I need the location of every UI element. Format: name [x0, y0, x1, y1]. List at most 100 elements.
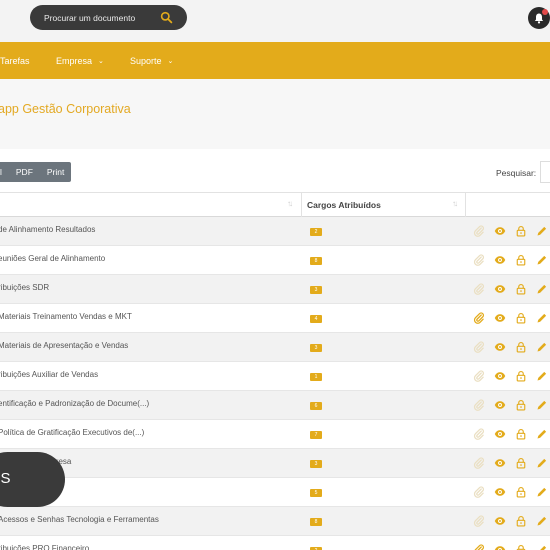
cargos-badge: 8	[310, 257, 322, 265]
floating-button[interactable]: TOS	[0, 452, 65, 507]
table-search-label: Pesquisar:	[496, 168, 537, 178]
table-row: nceiro Mensal5	[0, 478, 550, 507]
eye-icon[interactable]	[494, 486, 506, 498]
lock-icon[interactable]	[515, 312, 527, 324]
paperclip-icon[interactable]	[473, 370, 485, 382]
paperclip-icon[interactable]	[473, 457, 485, 469]
chevron-down-icon: ⌄	[167, 57, 174, 65]
eye-icon[interactable]	[494, 370, 506, 382]
paperclip-icon[interactable]	[473, 486, 485, 498]
cargos-badge: 4	[310, 315, 322, 323]
paperclip-icon[interactable]	[473, 312, 485, 324]
eye-icon[interactable]	[494, 515, 506, 527]
eye-icon[interactable]	[494, 225, 506, 237]
paperclip-icon[interactable]	[473, 283, 485, 295]
document-name[interactable]: ribuições SDR	[0, 283, 49, 292]
table-header: ↑↓ Cargos Atribuídos ↑↓	[0, 192, 550, 218]
search-icon[interactable]	[160, 11, 173, 24]
lock-icon[interactable]	[515, 515, 527, 527]
eye-icon[interactable]	[494, 312, 506, 324]
cargos-badge: 3	[310, 344, 322, 352]
search-placeholder: Procurar um documento	[44, 12, 136, 23]
lock-icon[interactable]	[515, 544, 527, 550]
sort-icon[interactable]: ↑↓	[452, 199, 458, 208]
pencil-icon[interactable]	[536, 399, 548, 411]
pencil-icon[interactable]	[536, 283, 548, 295]
table-row: euniões Geral de Alinhamento 8	[0, 246, 550, 275]
notification-dot	[542, 9, 548, 15]
cargos-badge: 1	[310, 373, 322, 381]
document-name[interactable]: euniões Geral de Alinhamento	[0, 254, 105, 263]
pencil-icon[interactable]	[536, 544, 548, 550]
paperclip-icon[interactable]	[473, 254, 485, 266]
page-title: app Gestão Corporativa	[0, 102, 131, 116]
document-name[interactable]: ribuições PRO Financeiro	[0, 544, 89, 550]
document-name[interactable]: de Alinhamento Resultados	[0, 225, 95, 234]
print-button[interactable]: Print	[40, 162, 71, 182]
pencil-icon[interactable]	[536, 457, 548, 469]
eye-icon[interactable]	[494, 428, 506, 440]
nav-item-label: Suporte	[130, 55, 162, 66]
page-header: app Gestão Corporativa	[0, 79, 550, 149]
eye-icon[interactable]	[494, 544, 506, 550]
column-header-cargos[interactable]: Cargos Atribuídos	[307, 200, 381, 210]
pdf-button[interactable]: PDF	[9, 162, 40, 182]
document-name[interactable]: Materiais de Apresentação e Vendas	[0, 341, 128, 350]
eye-icon[interactable]	[494, 399, 506, 411]
table-row: de Alinhamento Resultados 2	[0, 217, 550, 246]
lock-icon[interactable]	[515, 283, 527, 295]
pencil-icon[interactable]	[536, 428, 548, 440]
document-name[interactable]: Acessos e Senhas Tecnologia e Ferramenta…	[0, 515, 159, 524]
table-row: Política de Gratificação Executivos de(.…	[0, 420, 550, 449]
pencil-icon[interactable]	[536, 370, 548, 382]
table-row: entificação e Padronização de Docume(...…	[0, 391, 550, 420]
cargos-badge: 8	[310, 518, 322, 526]
table-row: ssionais da empresa3	[0, 449, 550, 478]
nav-item-empresa[interactable]: Empresa ⌄	[56, 42, 104, 79]
document-name[interactable]: ribuições Auxiliar de Vendas	[0, 370, 98, 379]
search-input[interactable]: Procurar um documento	[30, 5, 187, 30]
pencil-icon[interactable]	[536, 486, 548, 498]
lock-icon[interactable]	[515, 486, 527, 498]
lock-icon[interactable]	[515, 254, 527, 266]
table-search-input[interactable]	[540, 161, 550, 183]
paperclip-icon[interactable]	[473, 225, 485, 237]
nav-item-tarefas[interactable]: Tarefas	[0, 42, 30, 79]
table-row: ribuições Auxiliar de Vendas 1	[0, 362, 550, 391]
nav-item-suporte[interactable]: Suporte ⌄	[130, 42, 173, 79]
document-name[interactable]: entificação e Padronização de Docume(...…	[0, 399, 149, 408]
pencil-icon[interactable]	[536, 254, 548, 266]
table-row: ribuições SDR 3	[0, 275, 550, 304]
pencil-icon[interactable]	[536, 312, 548, 324]
document-name[interactable]: Materiais Treinamento Vendas e MKT	[0, 312, 132, 321]
pencil-icon[interactable]	[536, 225, 548, 237]
notifications-button[interactable]	[528, 7, 550, 29]
eye-icon[interactable]	[494, 254, 506, 266]
eye-icon[interactable]	[494, 457, 506, 469]
pencil-icon[interactable]	[536, 515, 548, 527]
lock-icon[interactable]	[515, 341, 527, 353]
lock-icon[interactable]	[515, 225, 527, 237]
paperclip-icon[interactable]	[473, 544, 485, 550]
column-divider	[465, 193, 466, 218]
lock-icon[interactable]	[515, 428, 527, 440]
column-divider	[301, 193, 302, 218]
paperclip-icon[interactable]	[473, 515, 485, 527]
eye-icon[interactable]	[494, 341, 506, 353]
cargos-badge: 7	[310, 431, 322, 439]
paperclip-icon[interactable]	[473, 341, 485, 353]
eye-icon[interactable]	[494, 283, 506, 295]
paperclip-icon[interactable]	[473, 399, 485, 411]
sort-icon[interactable]: ↑↓	[287, 199, 293, 208]
lock-icon[interactable]	[515, 399, 527, 411]
export-buttons: l PDF Print	[0, 162, 72, 182]
lock-icon[interactable]	[515, 370, 527, 382]
pencil-icon[interactable]	[536, 341, 548, 353]
cargos-badge: 6	[310, 402, 322, 410]
lock-icon[interactable]	[515, 457, 527, 469]
cargos-badge: 3	[310, 460, 322, 468]
excel-button[interactable]: l	[0, 162, 9, 182]
document-name[interactable]: Política de Gratificação Executivos de(.…	[0, 428, 144, 437]
paperclip-icon[interactable]	[473, 428, 485, 440]
nav-item-label: Empresa	[56, 55, 93, 66]
